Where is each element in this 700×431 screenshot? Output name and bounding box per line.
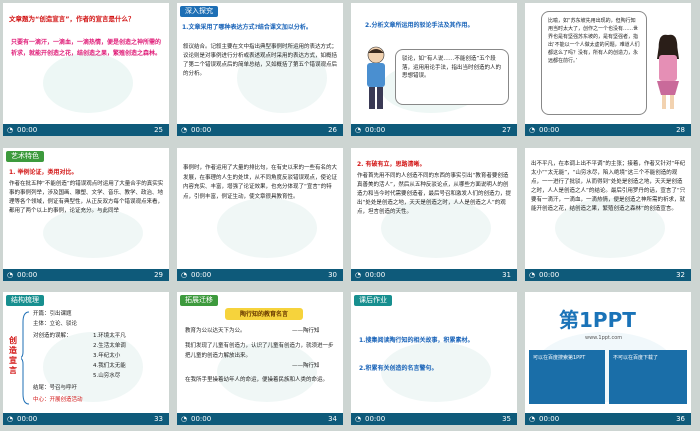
slide-number: 35 <box>502 415 511 423</box>
slide-thumbnail-29[interactable]: 艺术特色 1. 举例论证，类用对比。 作者在批五种“不能创造”的错误观点时运用了… <box>3 148 169 281</box>
slide-body: 事例时，作者运用了大量的排比句，在有史以来的一些有名的大发展，在事理的人生的处世… <box>183 165 338 200</box>
tree-item: 主体：立论、驳论 <box>33 321 78 327</box>
slide-number: 26 <box>328 126 337 134</box>
clock-icon: ◔ <box>7 415 14 423</box>
slide-heading: 2. 有破有立，思路清晰。 <box>357 161 426 168</box>
slide-footer: ◔ 00:00 25 <box>3 124 169 136</box>
slide-thumbnail-34[interactable]: 拓展迁移 陶行知的教育名言 教育为公以达天下为公。 ——陶行知 我们发现了儿童有… <box>177 292 343 425</box>
clock-icon: ◔ <box>355 271 362 279</box>
clock-icon: ◔ <box>529 271 536 279</box>
section-tag: 艺术特色 <box>6 151 44 162</box>
quote-text: 在我所手里操着幼年人的命运，便操着民族和人类的命运。 <box>185 377 329 383</box>
slide-footer: ◔ 00:00 26 <box>177 124 343 136</box>
slide-heading: 1. 举例论证，类用对比。 <box>9 169 78 176</box>
slide-thumbnail-26[interactable]: 深入探究 1.文章采用了哪种表达方式?结合课文加以分析。 叙议结合。记叙主要在文… <box>177 3 343 136</box>
quotes-heading-box: 陶行知的教育名言 <box>225 308 303 320</box>
structure-brace <box>21 311 30 405</box>
slide-footer: ◔ 00:00 31 <box>351 269 517 281</box>
slide-thumbnail-28[interactable]: 比喻，如“苏东坡先用出现的，但陶行知用当时太大了，创作之一个也没有……世界也是有… <box>525 3 691 136</box>
tree-item: 中心：开展创造活动 <box>33 397 83 403</box>
tree-item: 对创造的误解： <box>33 333 72 339</box>
slide-heading: 1.文章采用了哪种表达方式?结合课文加以分析。 <box>182 24 312 31</box>
speech-bubble: 驳论，如“有人说……不能创造”五个段落，运用用论手法，指出当时创造的人的思想错误… <box>395 49 509 105</box>
slide-footer: ◔ 00:00 28 <box>525 124 691 136</box>
clock-icon: ◔ <box>529 415 536 423</box>
clock-icon: ◔ <box>181 415 188 423</box>
clock-icon: ◔ <box>7 126 14 134</box>
slide-footer: ◔ 00:00 33 <box>3 413 169 425</box>
slide-number: 33 <box>154 415 163 423</box>
slide-number: 29 <box>154 271 163 279</box>
slide-number: 31 <box>502 271 511 279</box>
tree-item: 2.生活太单调 <box>93 343 126 349</box>
tree-item: 5.山穷水尽 <box>93 373 121 379</box>
slide-thumbnail-30[interactable]: 事例时，作者运用了大量的排比句，在有史以来的一些有名的大发展，在事理的人生的处世… <box>177 148 343 281</box>
quote-author: ——陶行知 <box>292 363 320 369</box>
slide-number: 32 <box>676 271 685 279</box>
slide-heading: 文章题为“创造宣言”，作者的宣言是什么？ <box>9 15 135 23</box>
slide-body: 作者首先用不同的人创造不同的东西的事实引出“教育者要创造真善美的活人”，然后从五… <box>357 173 512 215</box>
tree-item: 结尾：号召与呼吁 <box>33 385 78 391</box>
speech-bubble: 比喻，如“苏东坡先用出现的，但陶行知用当时太大了，创作之一个也没有……世界也是有… <box>541 11 647 115</box>
slide-thumbnail-31[interactable]: 2. 有破有立，思路清晰。 作者首先用不同的人创造不同的东西的事实引出“教育者要… <box>351 148 517 281</box>
tree-root: 创造宣言 <box>9 336 17 375</box>
slide-body: 作者在批五种“不能创造”的错误观点时运用了大量合乎的真实实事的事例列举，涉及国画… <box>9 181 164 214</box>
clock-icon: ◔ <box>355 126 362 134</box>
section-tag: 深入探究 <box>180 6 218 17</box>
teacher-illustration <box>367 46 385 109</box>
section-tag: 结构梳理 <box>6 295 44 306</box>
girl-illustration <box>657 34 679 109</box>
slide-heading: 2.分析文章所运用的驳论手法及其作用。 <box>365 22 474 29</box>
slide-footer: ◔ 00:00 29 <box>3 269 169 281</box>
slide-footer: ◔ 00:00 27 <box>351 124 517 136</box>
slide-number: 25 <box>154 126 163 134</box>
slide-body: 出不平凡，在本调上出不平调”的主张；接着，作者又针对“年纪太小”“太无能”，“山… <box>531 161 686 212</box>
quote-author: ——陶行知 <box>292 328 320 334</box>
slide-footer: ◔ 00:00 30 <box>177 269 343 281</box>
homework-item: 1.搜集阅读陶行知的相关故事，积累素材。 <box>359 337 474 344</box>
slide-number: 28 <box>676 126 685 134</box>
slide-number: 36 <box>676 415 685 423</box>
slide-thumbnail-25[interactable]: 文章题为“创造宣言”，作者的宣言是什么？ 只要有一滴汗，一滴血，一滴热情，便是创… <box>3 3 169 136</box>
tree-item: 3.年纪太小 <box>93 353 121 359</box>
quote-text: 我们发现了儿童有创造力，认识了儿童有创造力，就须进一步把儿童的创造力解放出来。 <box>185 343 334 359</box>
slide-thumbnail-33[interactable]: 结构梳理 创造宣言 开篇：引出课题 主体：立论、驳论 对创造的误解： 1.环境太… <box>3 292 169 425</box>
promo-banner-left: 可以在百度搜索第1PPT <box>529 350 605 404</box>
slide-number: 34 <box>328 415 337 423</box>
tree-item: 1.环境太平凡 <box>93 333 126 339</box>
clock-icon: ◔ <box>181 126 188 134</box>
section-tag: 拓展迁移 <box>180 295 218 306</box>
tree-item: 4.我们太无能 <box>93 363 126 369</box>
clock-icon: ◔ <box>7 271 14 279</box>
slide-number: 30 <box>328 271 337 279</box>
slide-thumbnail-27[interactable]: 2.分析文章所运用的驳论手法及其作用。 驳论，如“有人说……不能创造”五个段落，… <box>351 3 517 136</box>
slide-footer: ◔ 00:00 32 <box>525 269 691 281</box>
slide-number: 27 <box>502 126 511 134</box>
slide-body: 叙议结合。记叙主要在文中指出典型事例时所运用的表达方式；议论则是对事例进行分析或… <box>183 44 338 77</box>
slide-footer: ◔ 00:00 34 <box>177 413 343 425</box>
ppt-logo-url: www.1ppt.com <box>585 335 623 341</box>
quote-text: 教育为公以达天下为公。 <box>185 328 246 334</box>
homework-item: 2.积累有关创造的名言警句。 <box>359 365 438 372</box>
slide-thumbnail-32[interactable]: 出不平凡，在本调上出不平调”的主张；接着，作者又针对“年纪太小”“太无能”，“山… <box>525 148 691 281</box>
slide-thumbnail-36[interactable]: 第1PPT www.1ppt.com 可以在百度搜索第1PPT 不可以在百度下载… <box>525 292 691 425</box>
slide-footer: ◔ 00:00 35 <box>351 413 517 425</box>
clock-icon: ◔ <box>181 271 188 279</box>
slide-footer: ◔ 00:00 36 <box>525 413 691 425</box>
promo-banner-right: 不可以在百度下载了 <box>609 350 687 404</box>
clock-icon: ◔ <box>355 415 362 423</box>
slide-thumbnail-35[interactable]: 课后作业 1.搜集阅读陶行知的相关故事，积累素材。 2.积累有关创造的名言警句。… <box>351 292 517 425</box>
clock-icon: ◔ <box>529 126 536 134</box>
section-tag: 课后作业 <box>354 295 392 306</box>
slide-body: 只要有一滴汗，一滴血，一滴热情，便是创造之神所需的祈求，就能开创造之花，结创造之… <box>11 39 162 57</box>
ppt-logo: 第1PPT <box>559 308 636 332</box>
tree-item: 开篇：引出课题 <box>33 311 72 317</box>
